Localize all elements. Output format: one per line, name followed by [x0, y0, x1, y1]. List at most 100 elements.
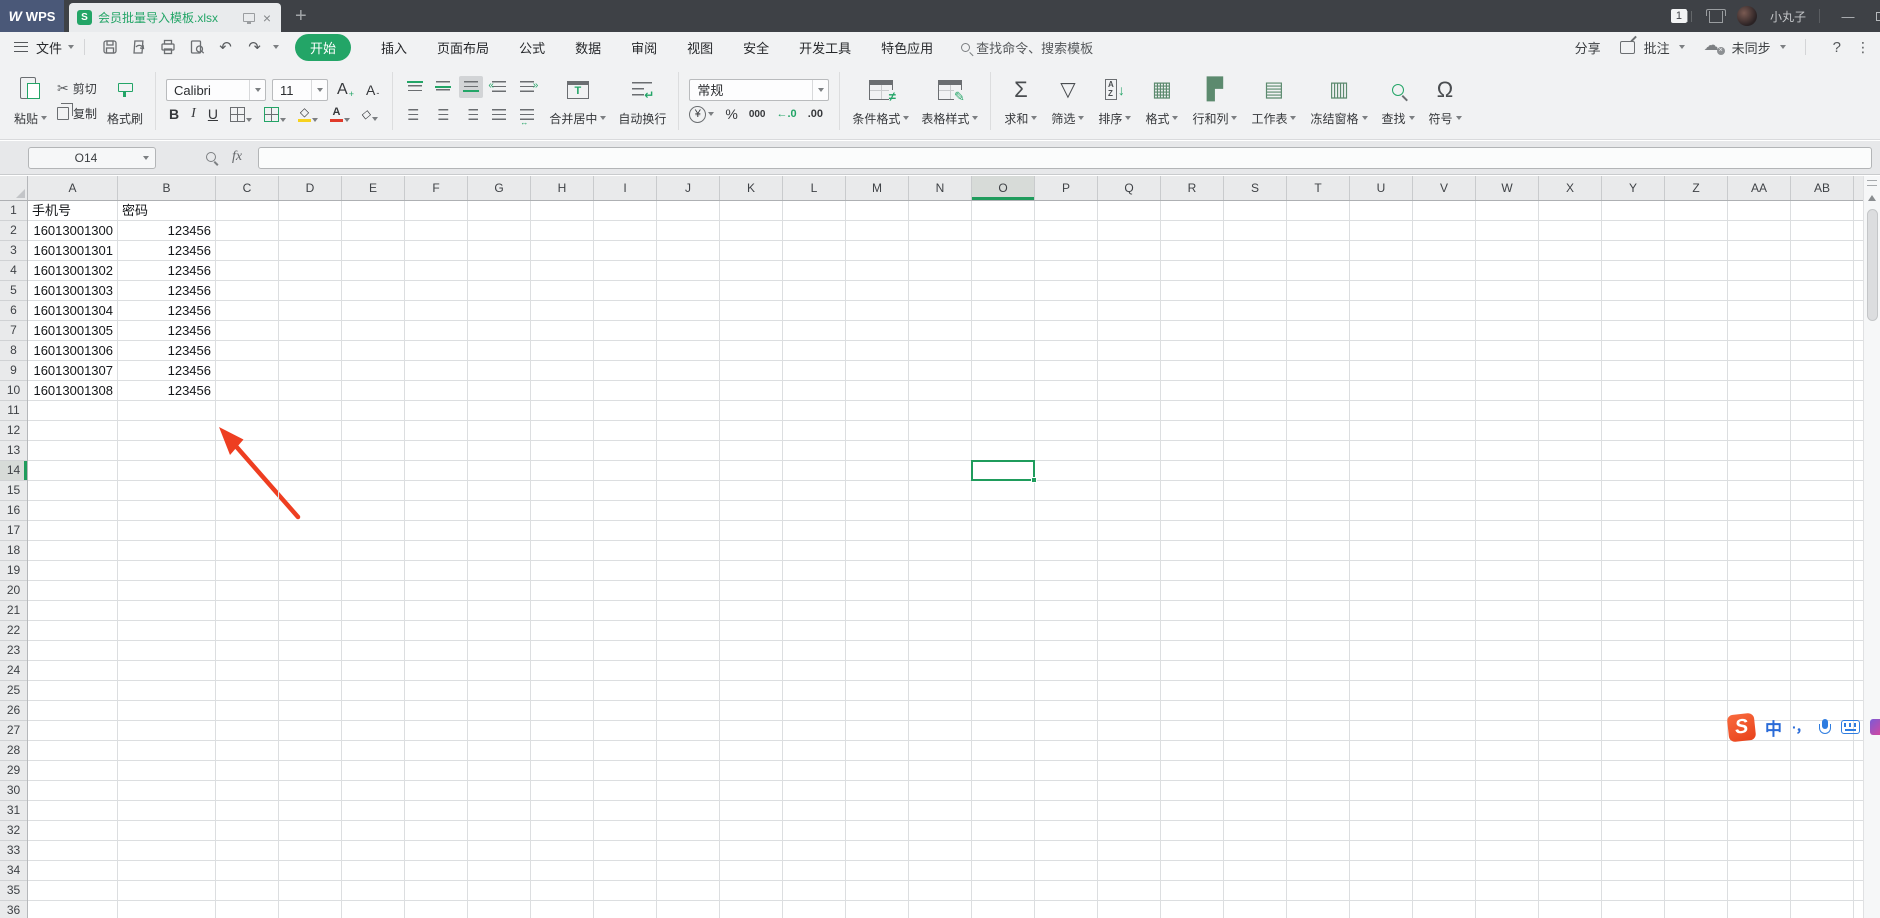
- export-icon[interactable]: [130, 39, 147, 56]
- currency-button[interactable]: ¥: [689, 105, 715, 123]
- cell-B8[interactable]: 123456: [118, 341, 215, 361]
- row-header-8[interactable]: 8: [0, 341, 27, 361]
- row-header-7[interactable]: 7: [0, 321, 27, 341]
- menu-tab-特色应用[interactable]: 特色应用: [881, 38, 933, 57]
- avatar[interactable]: [1736, 6, 1757, 26]
- shrink-font-button[interactable]: A-: [363, 82, 382, 98]
- spreadsheet-grid[interactable]: A B C D E F G H I J K L M N O P Q R S T U V W X Y Z AA AB 123456789…: [0, 176, 1863, 918]
- increase-decimal-button[interactable]: ←.0: [777, 108, 797, 120]
- command-search[interactable]: 查找命令、搜索模板: [961, 38, 1093, 57]
- bold-button[interactable]: B: [166, 106, 182, 122]
- column-header-W[interactable]: W: [1476, 176, 1539, 200]
- row-header-26[interactable]: 26: [0, 701, 27, 721]
- paste-button[interactable]: 粘贴: [8, 73, 53, 129]
- row-header-34[interactable]: 34: [0, 861, 27, 881]
- file-menu[interactable]: 文件: [36, 38, 62, 57]
- thousands-button[interactable]: 000: [749, 109, 766, 120]
- split-handle-icon[interactable]: [1867, 180, 1877, 186]
- cell-A4[interactable]: 16013001302: [28, 261, 117, 281]
- row-header-19[interactable]: 19: [0, 561, 27, 581]
- sync-status-button[interactable]: 未同步: [1732, 38, 1771, 57]
- column-header-M[interactable]: M: [846, 176, 909, 200]
- menu-tab-数据[interactable]: 数据: [575, 38, 601, 57]
- menu-tab-插入[interactable]: 插入: [381, 38, 407, 57]
- formula-search-icon[interactable]: [206, 152, 216, 162]
- column-header-F[interactable]: F: [405, 176, 468, 200]
- comment-button[interactable]: 批注: [1644, 38, 1670, 57]
- row-header-32[interactable]: 32: [0, 821, 27, 841]
- row-header-17[interactable]: 17: [0, 521, 27, 541]
- row-header-3[interactable]: 3: [0, 241, 27, 261]
- column-header-C[interactable]: C: [216, 176, 279, 200]
- cell-A1[interactable]: 手机号: [28, 201, 117, 221]
- row-header-21[interactable]: 21: [0, 601, 27, 621]
- comment-caret-icon[interactable]: [1678, 45, 1685, 49]
- row-header-10[interactable]: 10: [0, 381, 27, 401]
- menu-tab-安全[interactable]: 安全: [743, 38, 769, 57]
- row-header-9[interactable]: 9: [0, 361, 27, 381]
- align-top-button[interactable]: [403, 76, 427, 98]
- align-middle-button[interactable]: [431, 76, 455, 98]
- decrease-indent-button[interactable]: «: [487, 76, 511, 98]
- percent-button[interactable]: %: [725, 106, 737, 122]
- sync-caret-icon[interactable]: [1779, 45, 1786, 49]
- row-header-22[interactable]: 22: [0, 621, 27, 641]
- 表格样式-button[interactable]: ✎ 表格样式: [915, 73, 984, 129]
- align-right-button[interactable]: [459, 104, 483, 126]
- copy-button[interactable]: 复制: [57, 103, 97, 122]
- align-left-button[interactable]: [403, 104, 427, 126]
- increase-indent-button[interactable]: »: [515, 76, 539, 98]
- minimize-button[interactable]: —: [1833, 9, 1863, 24]
- name-box[interactable]: O14: [28, 147, 156, 169]
- cell-B6[interactable]: 123456: [118, 301, 215, 321]
- cell-B10[interactable]: 123456: [118, 381, 215, 401]
- detach-window-icon[interactable]: [242, 13, 255, 24]
- window-count-badge[interactable]: 1: [1670, 9, 1693, 23]
- column-header-X[interactable]: X: [1539, 176, 1602, 200]
- column-header-Q[interactable]: Q: [1098, 176, 1161, 200]
- italic-button[interactable]: I: [188, 106, 199, 122]
- row-header-28[interactable]: 28: [0, 741, 27, 761]
- merge-center-button[interactable]: T 合并居中: [543, 73, 612, 129]
- menu-tab-开始[interactable]: 开始: [295, 33, 352, 61]
- tool-格式-button[interactable]: ▦ 格式: [1138, 73, 1185, 129]
- cell-A6[interactable]: 16013001304: [28, 301, 117, 321]
- hamburger-icon[interactable]: [14, 42, 28, 52]
- column-header-H[interactable]: H: [531, 176, 594, 200]
- column-header-R[interactable]: R: [1161, 176, 1224, 200]
- select-all-corner[interactable]: [0, 176, 28, 201]
- font-family-select[interactable]: Calibri: [166, 79, 267, 101]
- row-header-20[interactable]: 20: [0, 581, 27, 601]
- cell-B7[interactable]: 123456: [118, 321, 215, 341]
- column-header-L[interactable]: L: [783, 176, 846, 200]
- font-color-button[interactable]: A: [327, 106, 353, 122]
- column-header-E[interactable]: E: [342, 176, 405, 200]
- save-icon[interactable]: [101, 39, 118, 56]
- column-header-Y[interactable]: Y: [1602, 176, 1665, 200]
- row-header-4[interactable]: 4: [0, 261, 27, 281]
- row-header-35[interactable]: 35: [0, 881, 27, 901]
- column-header-G[interactable]: G: [468, 176, 531, 200]
- microphone-icon[interactable]: [1818, 718, 1831, 736]
- print-preview-icon[interactable]: [188, 39, 205, 56]
- share-button[interactable]: 分享: [1575, 38, 1601, 57]
- scrollbar-thumb[interactable]: [1866, 209, 1878, 321]
- align-bottom-button[interactable]: [459, 75, 484, 98]
- row-header-11[interactable]: 11: [0, 401, 27, 421]
- tool-工作表-button[interactable]: ▤ 工作表: [1244, 73, 1303, 129]
- column-header-S[interactable]: S: [1224, 176, 1287, 200]
- wrap-text-button[interactable]: 自动换行: [612, 73, 672, 129]
- cell-B1[interactable]: 密码: [118, 201, 215, 221]
- fill-color-button[interactable]: ◇: [295, 106, 321, 122]
- file-menu-caret-icon[interactable]: [68, 45, 75, 49]
- fill-handle[interactable]: [1031, 477, 1037, 483]
- cell-A3[interactable]: 16013001301: [28, 241, 117, 261]
- selected-cell-O14[interactable]: [971, 460, 1037, 483]
- skin-theme-icon[interactable]: [1705, 9, 1726, 23]
- cell-A2[interactable]: 16013001300: [28, 221, 117, 241]
- tool-筛选-button[interactable]: ▽ 筛选: [1044, 73, 1091, 129]
- column-header-B[interactable]: B: [118, 176, 216, 200]
- borders-button[interactable]: [227, 106, 255, 122]
- menu-tab-公式[interactable]: 公式: [519, 38, 545, 57]
- column-header-AB[interactable]: AB: [1791, 176, 1854, 200]
